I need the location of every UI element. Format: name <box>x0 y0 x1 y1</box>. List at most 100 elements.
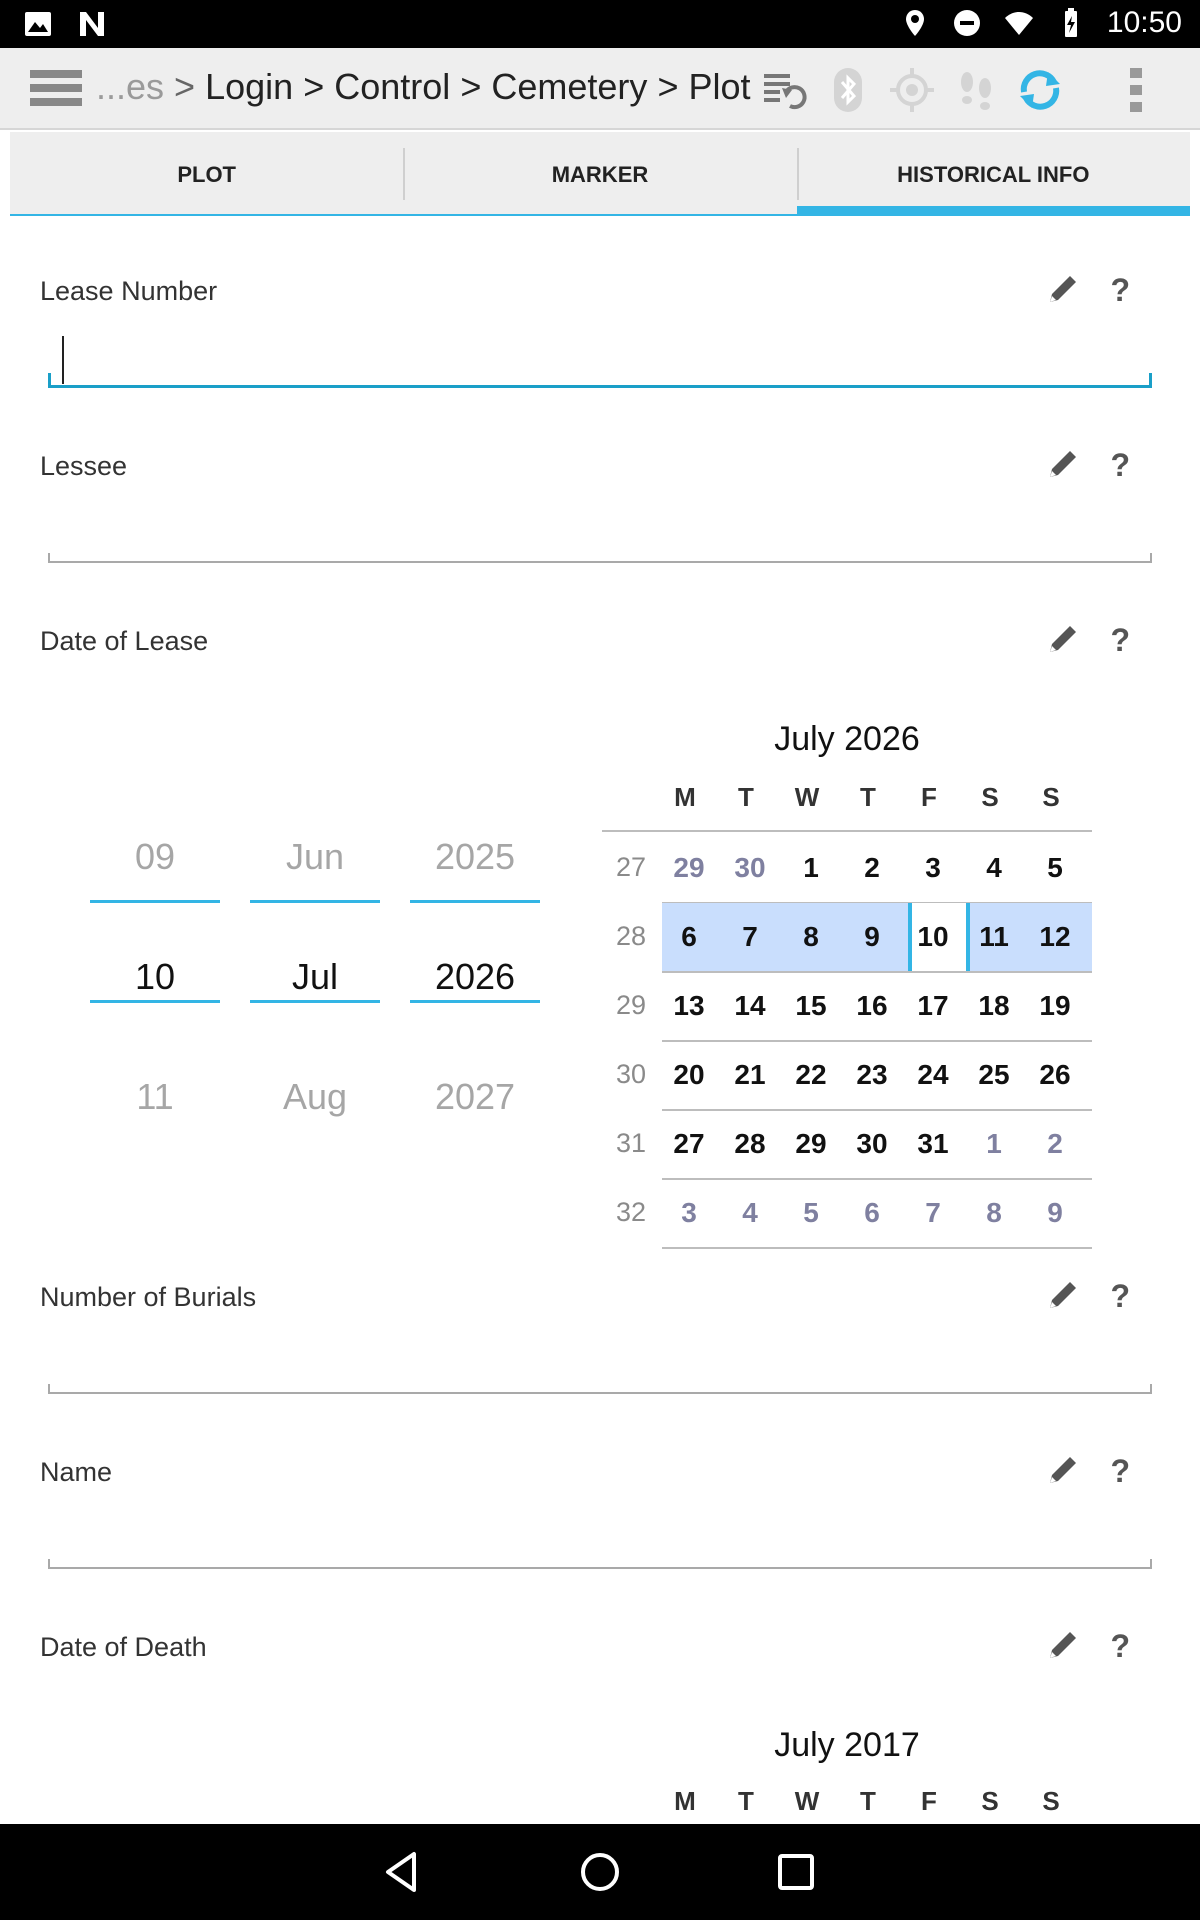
calendar-day[interactable]: 22 <box>780 1059 842 1091</box>
home-icon[interactable] <box>576 1848 624 1896</box>
calendar-day[interactable]: 2 <box>841 852 903 884</box>
calendar-day[interactable]: 7 <box>902 1197 964 1229</box>
breadcrumb-item-plot[interactable]: Plot <box>688 66 750 107</box>
pencil-icon[interactable] <box>1046 622 1080 656</box>
breadcrumb-prefix[interactable]: ...es <box>96 66 164 107</box>
calendar-day[interactable]: 10 <box>902 921 964 953</box>
overflow-menu-icon[interactable] <box>1112 66 1160 114</box>
help-icon[interactable]: ? <box>1110 622 1130 659</box>
lease-calendar-title: July 2026 <box>774 720 920 758</box>
lessee-label: Lessee <box>40 451 128 481</box>
month-spinner[interactable]: Jun Jul Aug <box>250 826 380 1117</box>
calendar-day[interactable]: 13 <box>658 990 720 1022</box>
calendar-day[interactable]: 2 <box>1024 1128 1086 1160</box>
year-prev[interactable]: 2025 <box>410 836 540 878</box>
help-icon[interactable]: ? <box>1110 1628 1130 1665</box>
refresh-icon[interactable] <box>1016 66 1064 114</box>
day-next[interactable]: 11 <box>90 1076 220 1118</box>
calendar-day[interactable]: 29 <box>780 1128 842 1160</box>
calendar-day[interactable]: 5 <box>1024 852 1086 884</box>
calendar-day[interactable]: 20 <box>658 1059 720 1091</box>
calendar-day[interactable]: 9 <box>1024 1197 1086 1229</box>
weekday-header: W <box>794 782 820 812</box>
year-spinner[interactable]: 2025 2026 2027 <box>410 826 540 1117</box>
calendar-day[interactable]: 3 <box>658 1197 720 1229</box>
calendar-day[interactable]: 7 <box>719 921 781 953</box>
calendar-day[interactable]: 15 <box>780 990 842 1022</box>
back-icon[interactable] <box>380 1848 428 1896</box>
year-next[interactable]: 2027 <box>410 1076 540 1118</box>
calendar-day[interactable]: 17 <box>902 990 964 1022</box>
pencil-icon[interactable] <box>1046 1278 1080 1312</box>
name-input[interactable] <box>48 1513 1152 1569</box>
pencil-icon[interactable] <box>1046 1453 1080 1487</box>
tab-historical-info[interactable]: HISTORICAL INFO <box>796 132 1190 216</box>
location-icon <box>905 10 924 36</box>
breadcrumb-item-control[interactable]: Control <box>334 66 450 107</box>
calendar-day[interactable]: 5 <box>780 1197 842 1229</box>
calendar-day[interactable]: 24 <box>902 1059 964 1091</box>
tab-marker[interactable]: MARKER <box>403 132 797 216</box>
calendar-day[interactable]: 6 <box>841 1197 903 1229</box>
calendar-divider <box>662 1178 1092 1180</box>
calendar-day[interactable]: 16 <box>841 990 903 1022</box>
calendar-day[interactable]: 8 <box>780 921 842 953</box>
calendar-day[interactable]: 30 <box>719 852 781 884</box>
bluetooth-icon[interactable] <box>824 66 872 114</box>
calendar-day[interactable]: 3 <box>902 852 964 884</box>
sync-list-icon[interactable] <box>760 66 808 114</box>
help-icon[interactable]: ? <box>1110 1453 1130 1490</box>
month-next[interactable]: Aug <box>250 1076 380 1118</box>
calendar-day[interactable]: 23 <box>841 1059 903 1091</box>
calendar-day[interactable]: 21 <box>719 1059 781 1091</box>
calendar-day[interactable]: 29 <box>658 852 720 884</box>
day-selected[interactable]: 10 <box>90 956 220 998</box>
number-of-burials-label: Number of Burials <box>40 1282 257 1312</box>
calendar-day[interactable]: 1 <box>963 1128 1025 1160</box>
menu-icon[interactable] <box>30 70 82 110</box>
calendar-day[interactable]: 26 <box>1024 1059 1086 1091</box>
gps-target-icon[interactable] <box>888 66 936 114</box>
pencil-icon[interactable] <box>1046 1628 1080 1662</box>
calendar-day[interactable]: 4 <box>719 1197 781 1229</box>
calendar-divider <box>662 1109 1092 1111</box>
calendar-day[interactable]: 1 <box>780 852 842 884</box>
breadcrumb-item-login[interactable]: Login <box>205 66 293 107</box>
footsteps-icon[interactable] <box>952 66 1000 114</box>
number-of-burials-input[interactable] <box>48 1338 1152 1394</box>
lease-number-input[interactable] <box>48 332 1152 388</box>
form-content[interactable]: Lease Number ? Lessee ? Date of Lease ? <box>10 216 1190 1824</box>
calendar-day[interactable]: 28 <box>719 1128 781 1160</box>
lease-number-label: Lease Number <box>40 276 218 306</box>
weekday-header: T <box>738 782 754 812</box>
calendar-day[interactable]: 19 <box>1024 990 1086 1022</box>
month-prev[interactable]: Jun <box>250 836 380 878</box>
calendar-day[interactable]: 12 <box>1024 921 1086 953</box>
calendar-day[interactable]: 14 <box>719 990 781 1022</box>
death-calendar[interactable]: July 2017 M T W T F S S <box>602 1722 1122 1824</box>
year-selected[interactable]: 2026 <box>410 956 540 998</box>
pencil-icon[interactable] <box>1046 272 1080 306</box>
breadcrumb-item-cemetery[interactable]: Cemetery <box>491 66 647 107</box>
day-prev[interactable]: 09 <box>90 836 220 878</box>
help-icon[interactable]: ? <box>1110 272 1130 309</box>
calendar-day[interactable]: 31 <box>902 1128 964 1160</box>
calendar-day[interactable]: 6 <box>658 921 720 953</box>
calendar-day[interactable]: 27 <box>658 1128 720 1160</box>
pencil-icon[interactable] <box>1046 447 1080 481</box>
recents-icon[interactable] <box>772 1848 820 1896</box>
calendar-day[interactable]: 11 <box>963 921 1025 953</box>
calendar-day[interactable]: 30 <box>841 1128 903 1160</box>
calendar-day[interactable]: 4 <box>963 852 1025 884</box>
help-icon[interactable]: ? <box>1110 1278 1130 1315</box>
calendar-day[interactable]: 9 <box>841 921 903 953</box>
day-spinner[interactable]: 09 10 11 <box>90 826 220 1117</box>
tab-plot[interactable]: PLOT <box>10 132 404 216</box>
calendar-day[interactable]: 18 <box>963 990 1025 1022</box>
battery-charging-icon <box>1064 8 1077 37</box>
calendar-day[interactable]: 25 <box>963 1059 1025 1091</box>
lessee-input[interactable] <box>48 507 1152 563</box>
help-icon[interactable]: ? <box>1110 447 1130 484</box>
month-selected[interactable]: Jul <box>250 956 380 998</box>
calendar-day[interactable]: 8 <box>963 1197 1025 1229</box>
